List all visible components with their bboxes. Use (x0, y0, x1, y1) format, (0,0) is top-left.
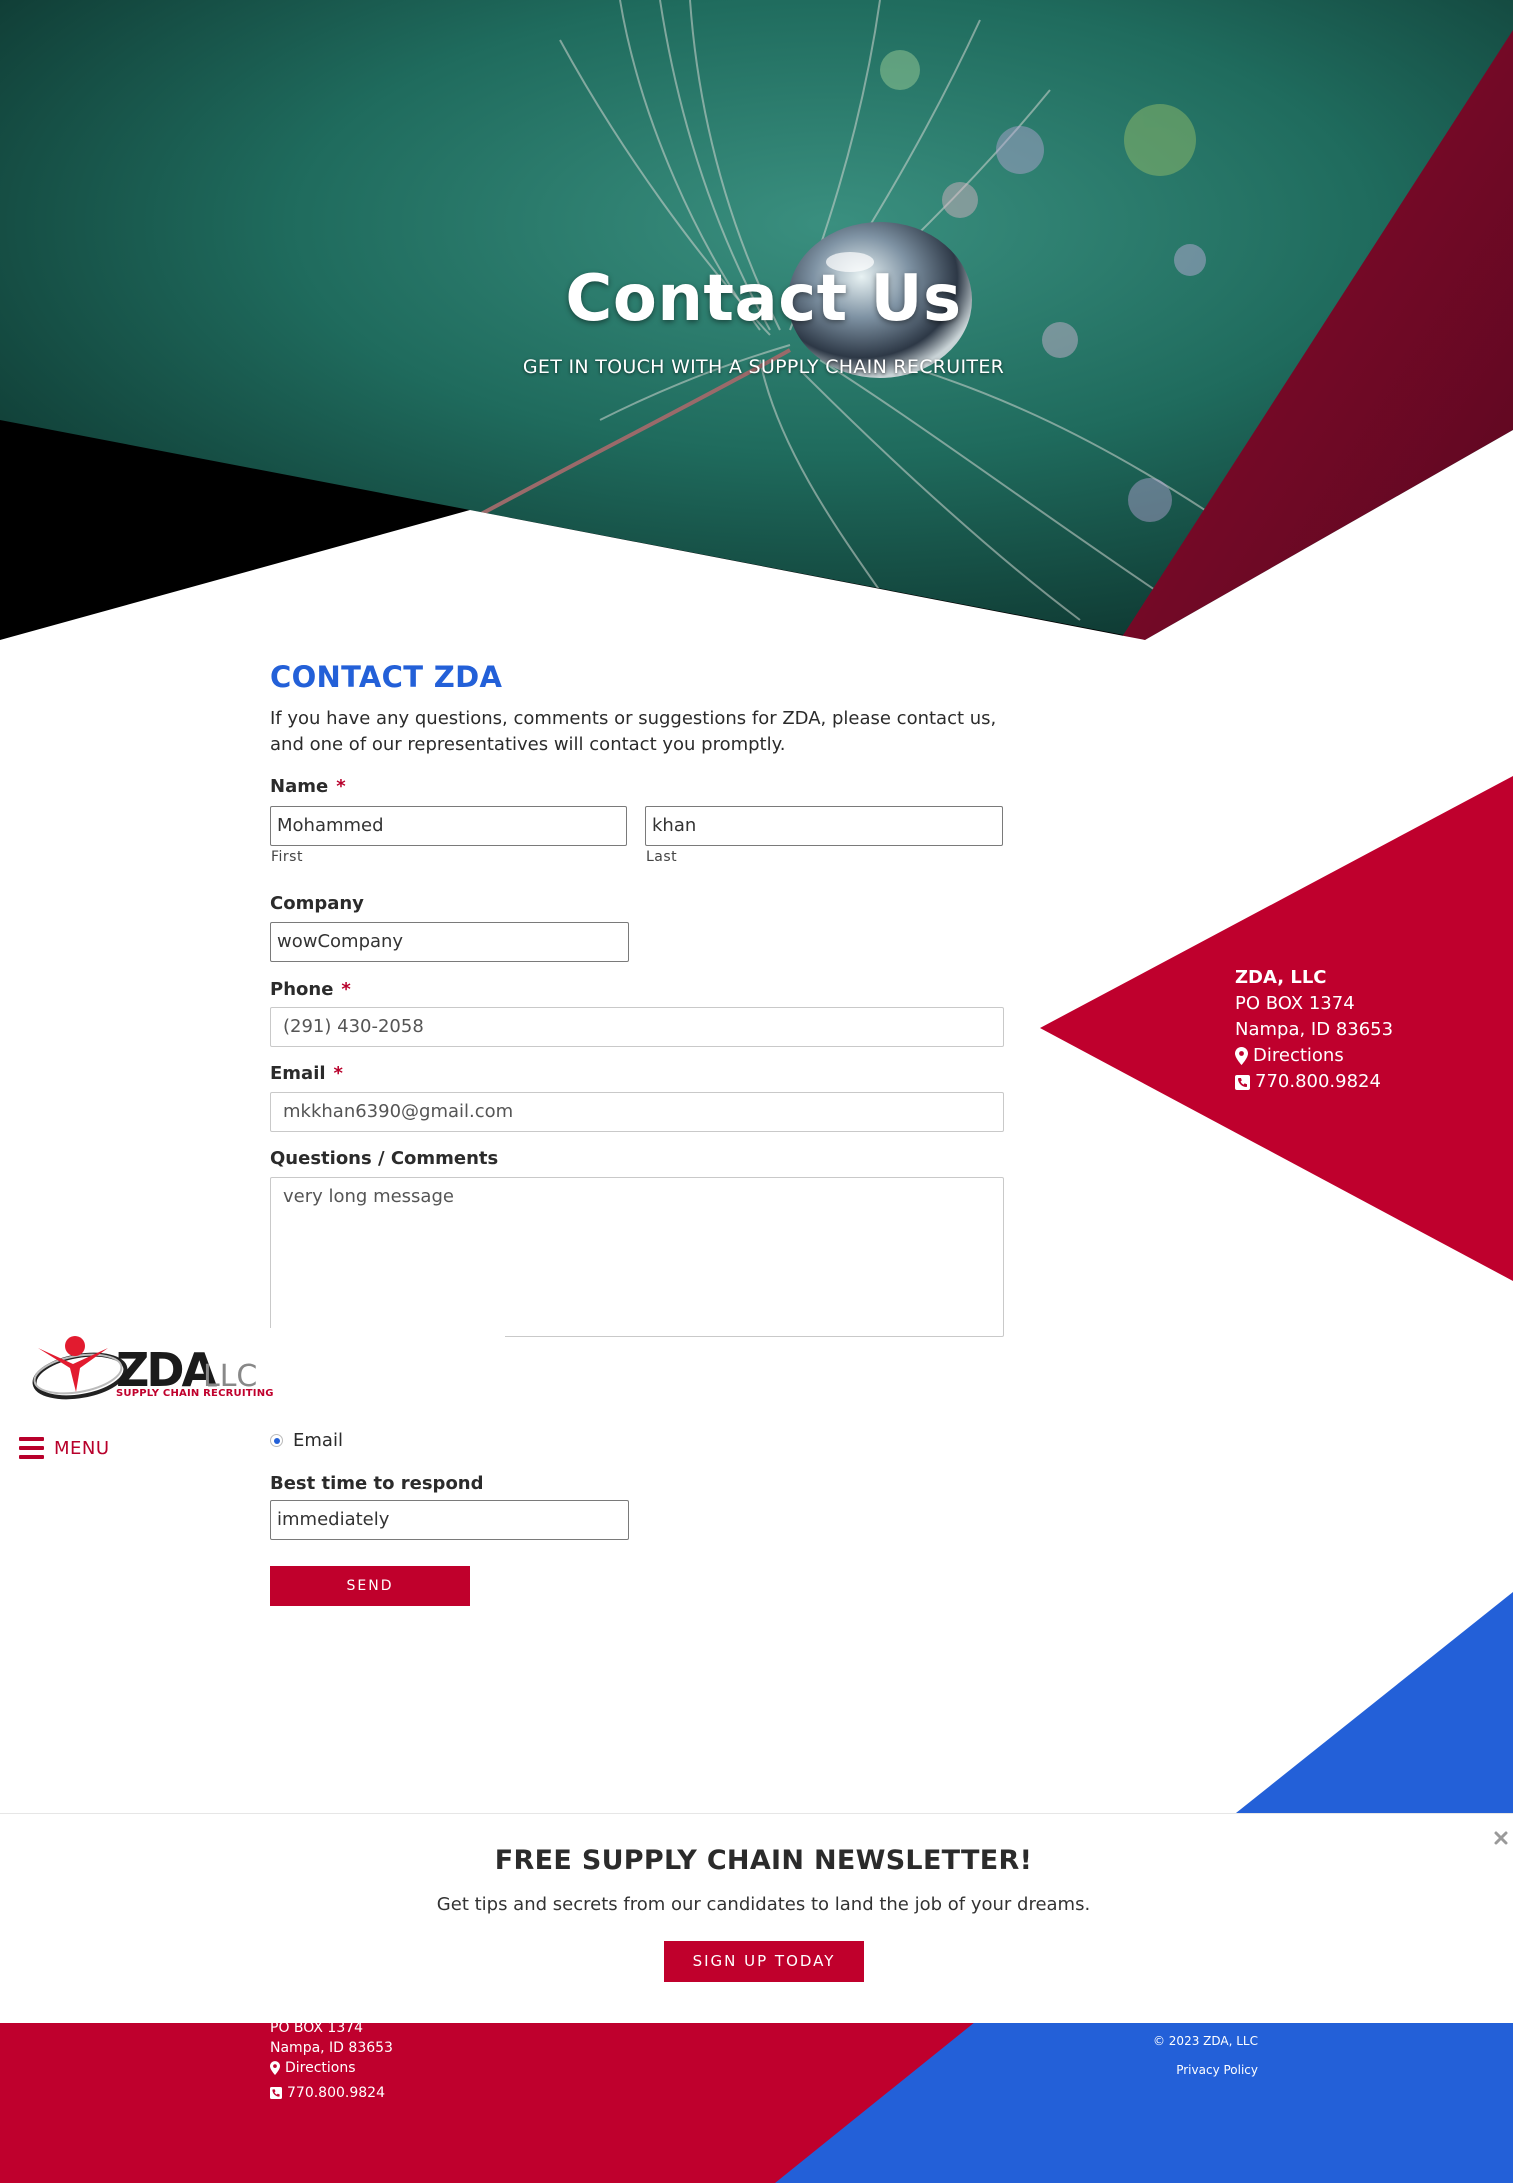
contact-method-email-option[interactable]: Email (270, 1430, 343, 1451)
footer-line1: PO BOX 1374 (270, 2022, 364, 2036)
footer: PO BOX 1374 Nampa, ID 83653 Directions 7… (0, 2022, 1513, 2183)
page-title: Contact Us (565, 262, 962, 336)
sign-up-button[interactable]: SIGN UP TODAY (664, 1941, 864, 1982)
footer-background (0, 2022, 1513, 2183)
newsletter-bar: FREE SUPPLY CHAIN NEWSLETTER! Get tips a… (0, 1813, 1513, 2023)
comments-label: Questions / Comments (270, 1148, 499, 1169)
phone-label: 770.800.9824 (1255, 1071, 1381, 1092)
email-input[interactable]: mkkhan6390@gmail.com (270, 1092, 1004, 1132)
newsletter-text: Get tips and secrets from our candidates… (436, 1894, 1091, 1915)
address-company: ZDA, LLC (1235, 967, 1327, 988)
first-name-input[interactable]: Mohammed (270, 806, 627, 846)
close-icon[interactable] (1493, 1830, 1509, 1846)
send-button[interactable]: SEND (270, 1566, 470, 1606)
name-label: Name * (270, 776, 346, 797)
map-marker-icon (270, 2061, 280, 2075)
email-radio[interactable] (270, 1434, 283, 1447)
footer-phone-label: 770.800.9824 (287, 2085, 385, 2101)
required-mark: * (336, 776, 346, 797)
address-block: ZDA, LLC PO BOX 1374 Nampa, ID 83653 Dir… (1235, 965, 1393, 1095)
email-label: Email * (270, 1063, 343, 1084)
menu-button[interactable]: MENU (19, 1434, 110, 1462)
phone-label: Phone * (270, 979, 351, 1000)
map-marker-icon (1235, 1047, 1248, 1065)
first-sublabel: First (271, 849, 303, 865)
phone-icon (1235, 1074, 1250, 1090)
contact-heading: CONTACT ZDA (270, 660, 503, 694)
email-radio-label: Email (293, 1430, 343, 1451)
address-line2: Nampa, ID 83653 (1235, 1019, 1394, 1040)
footer-address: PO BOX 1374 Nampa, ID 83653 Directions (270, 2022, 393, 2078)
phone-link[interactable]: 770.800.9824 (1235, 1069, 1393, 1095)
directions-label: Directions (1253, 1045, 1344, 1066)
privacy-policy-link[interactable]: Privacy Policy (1100, 2063, 1258, 2077)
copyright: © 2023 ZDA, LLC (1152, 2034, 1258, 2048)
footer-phone-link[interactable]: 770.800.9824 (270, 2085, 385, 2101)
phone-icon (270, 2087, 282, 2099)
address-line1: PO BOX 1374 (1235, 993, 1355, 1014)
logo-tagline: SUPPLY CHAIN RECRUITING (116, 1388, 274, 1399)
last-name-input[interactable]: khan (645, 806, 1003, 846)
newsletter-title: FREE SUPPLY CHAIN NEWSLETTER! (494, 1845, 1033, 1876)
footer-line2: Nampa, ID 83653 (270, 2040, 393, 2056)
contact-intro: If you have any questions, comments or s… (270, 708, 997, 755)
directions-link[interactable]: Directions (1235, 1043, 1393, 1069)
footer-directions-link[interactable]: Directions (270, 2058, 393, 2078)
phone-input[interactable]: (291) 430-2058 (270, 1007, 1004, 1047)
hamburger-icon (19, 1437, 44, 1459)
comments-textarea[interactable]: very long message (270, 1177, 1004, 1337)
page-subtitle: GET IN TOUCH WITH A SUPPLY CHAIN RECRUIT… (522, 356, 1005, 378)
menu-label: MENU (54, 1437, 110, 1459)
footer-directions-label: Directions (285, 2060, 356, 2076)
best-time-label: Best time to respond (270, 1473, 484, 1494)
best-time-input[interactable]: immediately (270, 1500, 629, 1540)
company-input[interactable]: wowCompany (270, 922, 629, 962)
last-sublabel: Last (646, 849, 678, 865)
company-label: Company (270, 893, 364, 914)
contact-form-header: CONTACT ZDA If you have any questions, c… (270, 660, 1005, 758)
hero-banner: Contact Us GET IN TOUCH WITH A SUPPLY CH… (0, 0, 1513, 640)
